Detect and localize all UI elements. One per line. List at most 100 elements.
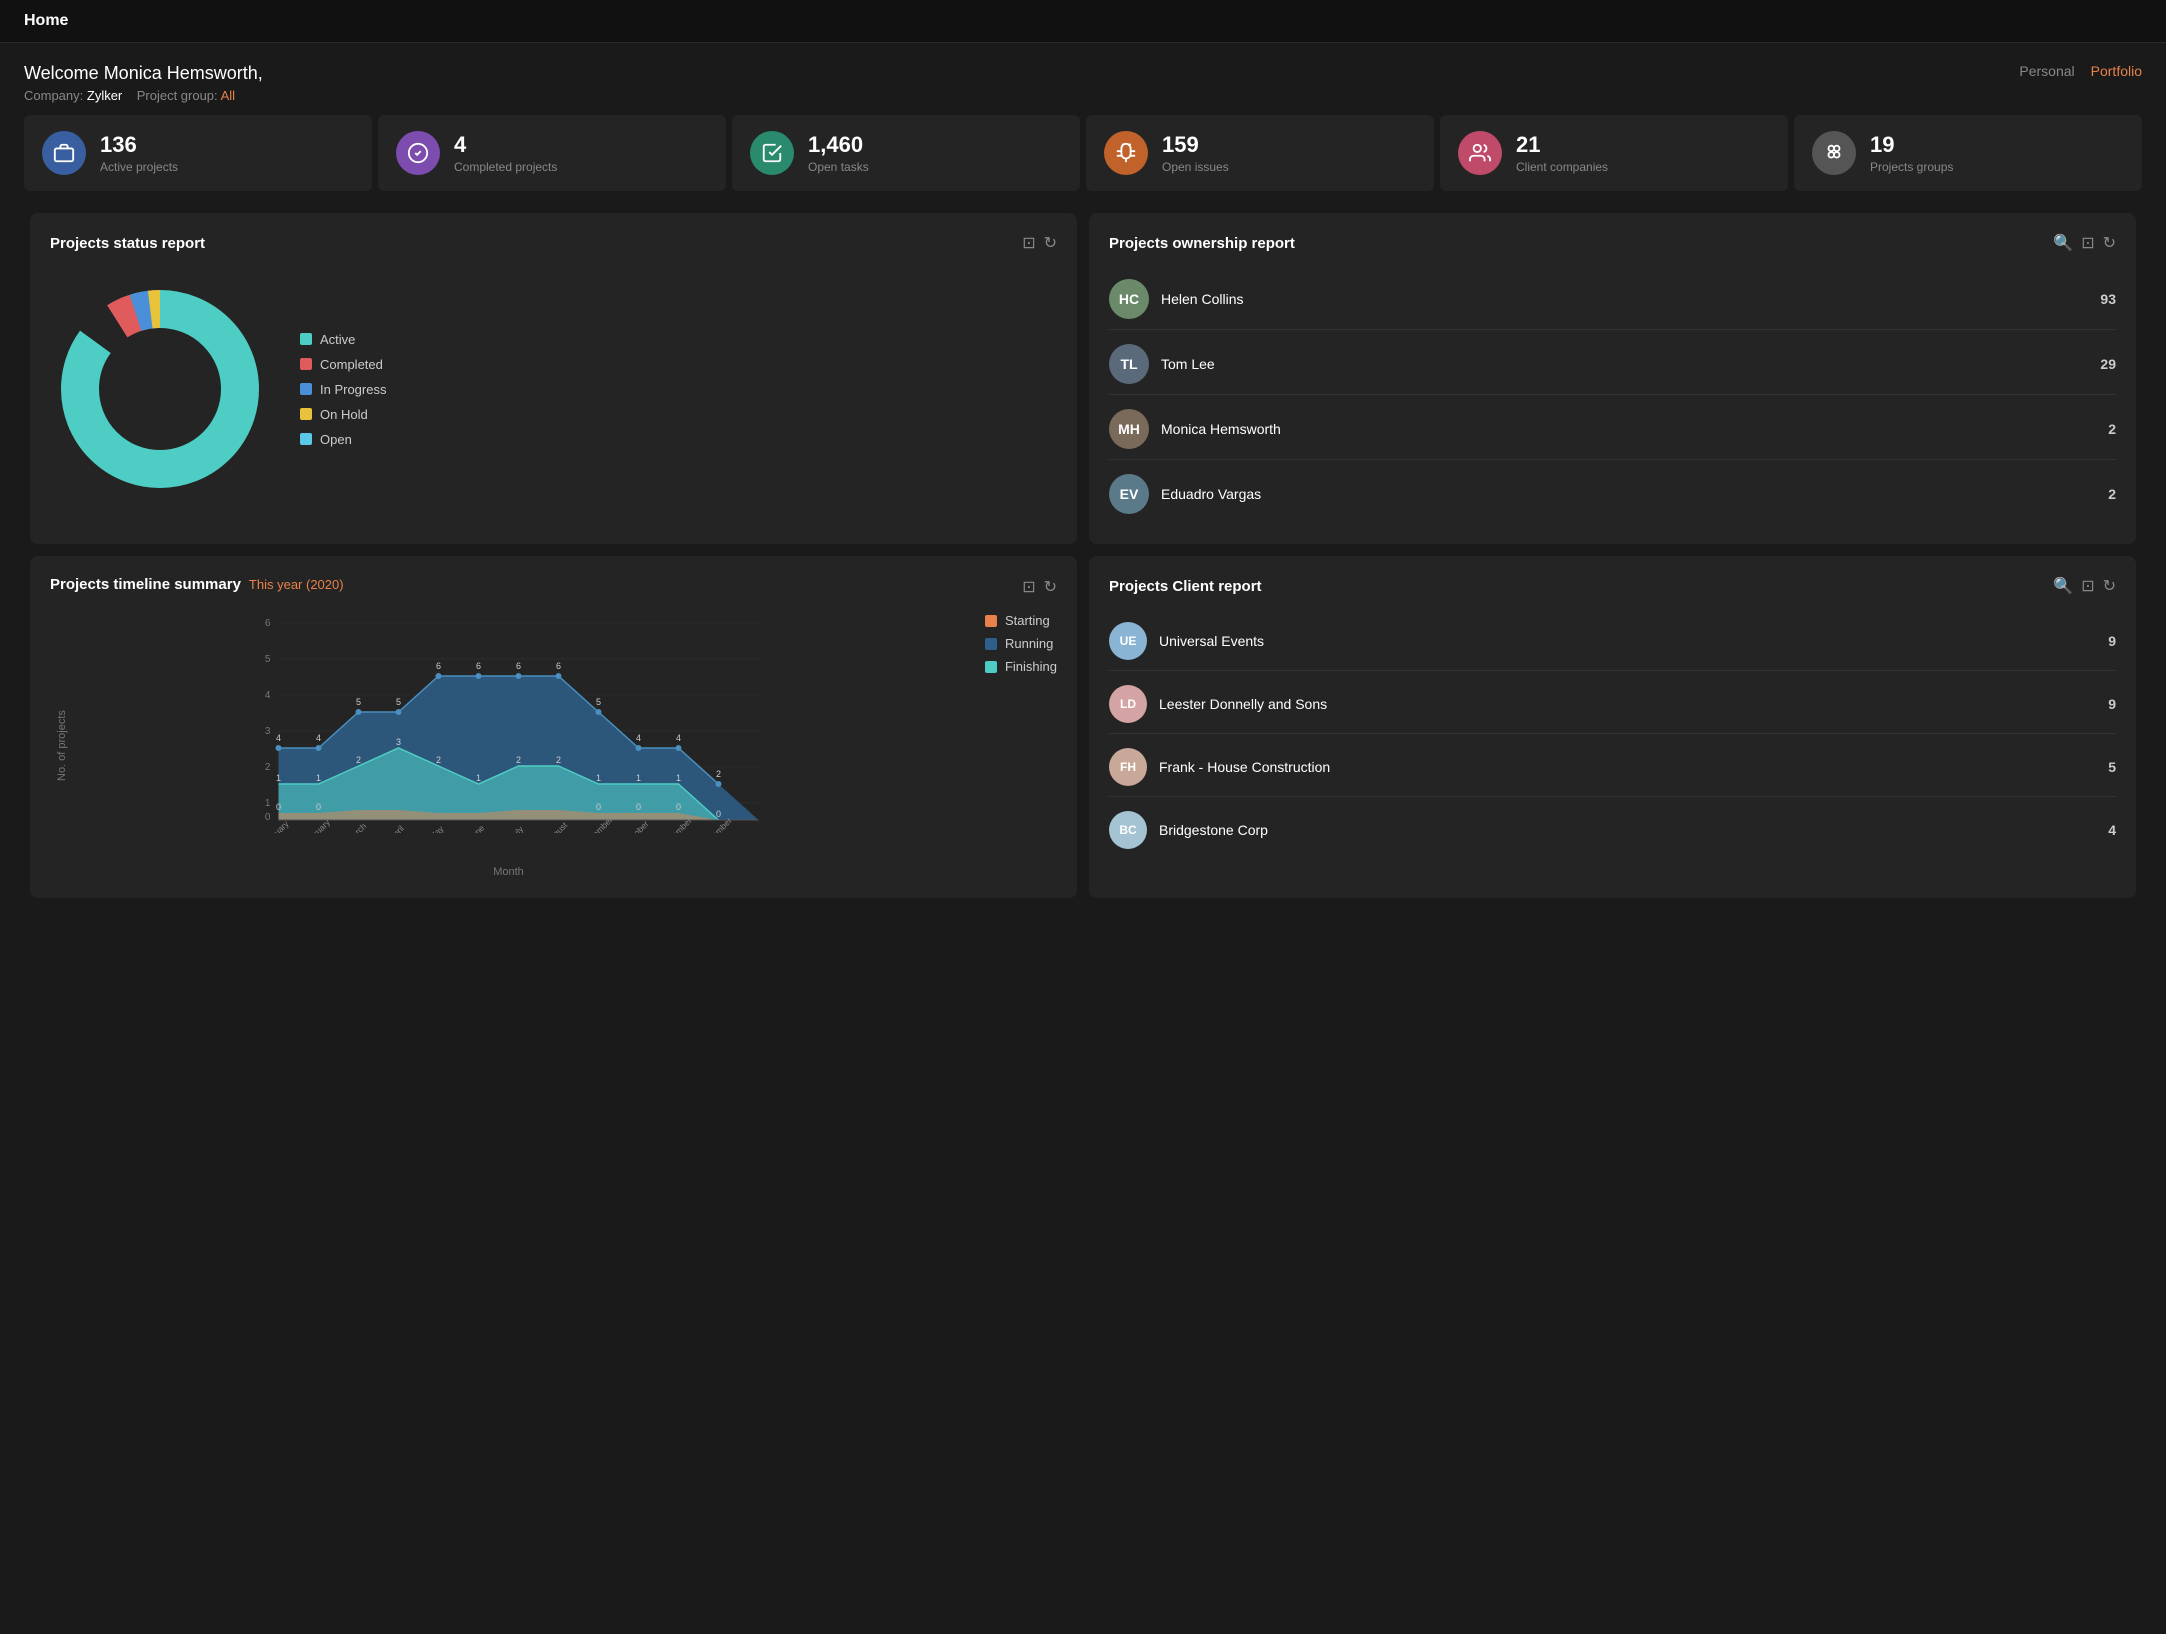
client-avatar: UE xyxy=(1109,622,1147,660)
status-report-actions: ⊡ ↻ xyxy=(1022,233,1057,253)
client-count: 9 xyxy=(2108,696,2116,712)
legend-item: Open xyxy=(300,432,386,447)
svg-text:1: 1 xyxy=(316,773,321,783)
top-bar: Home xyxy=(0,0,2166,43)
ownership-item[interactable]: EV Eduadro Vargas 2 xyxy=(1109,464,2116,524)
status-report-panel: Projects status report ⊡ ↻ xyxy=(30,213,1077,544)
timeline-legend-item: Starting xyxy=(985,613,1057,628)
client-count: 5 xyxy=(2108,759,2116,775)
ownership-item[interactable]: TL Tom Lee 29 xyxy=(1109,334,2116,395)
stat-card-active-projects[interactable]: 136 Active projects xyxy=(24,115,372,191)
client-report-panel: Projects Client report 🔍 ⊡ ↻ UE Universa… xyxy=(1089,556,2136,898)
stat-card-open-issues[interactable]: 159 Open issues xyxy=(1086,115,1434,191)
export-icon[interactable]: ⊡ xyxy=(2081,576,2094,596)
stat-card-projects-groups[interactable]: 19 Projects groups xyxy=(1794,115,2142,191)
donut-chart xyxy=(50,279,270,499)
client-count: 4 xyxy=(2108,822,2116,838)
svg-text:6: 6 xyxy=(436,661,441,671)
ownership-left: EV Eduadro Vargas xyxy=(1109,474,1261,514)
timeline-year[interactable]: This year (2020) xyxy=(249,577,344,592)
client-left: FH Frank - House Construction xyxy=(1109,748,1330,786)
svg-text:0: 0 xyxy=(716,809,721,819)
svg-text:0: 0 xyxy=(265,812,271,823)
svg-text:1: 1 xyxy=(276,773,281,783)
view-personal[interactable]: Personal xyxy=(2019,63,2074,79)
svg-text:2: 2 xyxy=(356,755,361,765)
client-list: UE Universal Events 9 LD Leester Donnell… xyxy=(1109,612,2116,859)
ownership-report-header: Projects ownership report 🔍 ⊡ ↻ xyxy=(1109,233,2116,253)
svg-text:2: 2 xyxy=(436,755,441,765)
legend-item: Active xyxy=(300,332,386,347)
stat-card-client-companies[interactable]: 21 Client companies xyxy=(1440,115,1788,191)
search-icon[interactable]: 🔍 xyxy=(2053,233,2073,253)
legend-item: Completed xyxy=(300,357,386,372)
client-name: Frank - House Construction xyxy=(1159,759,1330,775)
legend-dot xyxy=(300,383,312,395)
svg-text:2: 2 xyxy=(716,769,721,779)
refresh-icon[interactable]: ↻ xyxy=(2103,233,2116,253)
ownership-left: HC Helen Collins xyxy=(1109,279,1243,319)
timeline-legend-item: Finishing xyxy=(985,659,1057,674)
client-item[interactable]: BC Bridgestone Corp 4 xyxy=(1109,801,2116,859)
refresh-icon[interactable]: ↻ xyxy=(1044,233,1057,253)
status-legend: Active Completed In Progress On Hold Ope… xyxy=(300,332,386,447)
client-avatar: BC xyxy=(1109,811,1147,849)
svg-text:5: 5 xyxy=(596,697,601,707)
legend-item: In Progress xyxy=(300,382,386,397)
ownership-item[interactable]: HC Helen Collins 93 xyxy=(1109,269,2116,330)
client-name: Universal Events xyxy=(1159,633,1264,649)
legend-label: Open xyxy=(320,432,352,447)
svg-text:0: 0 xyxy=(596,802,601,812)
stat-label-client-companies: Client companies xyxy=(1516,160,1608,174)
legend-label: Completed xyxy=(320,357,383,372)
check-circle-icon xyxy=(396,131,440,175)
legend-item: On Hold xyxy=(300,407,386,422)
ownership-item[interactable]: MH Monica Hemsworth 2 xyxy=(1109,399,2116,460)
stat-label-open-issues: Open issues xyxy=(1162,160,1229,174)
view-portfolio[interactable]: Portfolio xyxy=(2091,63,2142,79)
main-content: Projects status report ⊡ ↻ xyxy=(0,207,2166,904)
client-report-header: Projects Client report 🔍 ⊡ ↻ xyxy=(1109,576,2116,596)
task-icon xyxy=(750,131,794,175)
svg-text:2: 2 xyxy=(265,762,271,773)
avatar: EV xyxy=(1109,474,1149,514)
export-icon[interactable]: ⊡ xyxy=(2081,233,2094,253)
stat-label-open-tasks: Open tasks xyxy=(808,160,869,174)
timeline-content: No. of projects 6 5 xyxy=(50,613,1057,878)
ownership-left: TL Tom Lee xyxy=(1109,344,1215,384)
stat-card-completed-projects[interactable]: 4 Completed projects xyxy=(378,115,726,191)
client-left: UE Universal Events xyxy=(1109,622,1264,660)
client-item[interactable]: FH Frank - House Construction 5 xyxy=(1109,738,2116,797)
legend-label: Active xyxy=(320,332,355,347)
owner-count: 2 xyxy=(2108,486,2116,502)
svg-text:1: 1 xyxy=(265,798,271,809)
timeline-panel: Projects timeline summary This year (202… xyxy=(30,556,1077,898)
stat-label-projects-groups: Projects groups xyxy=(1870,160,1953,174)
grid-icon xyxy=(1812,131,1856,175)
bug-icon xyxy=(1104,131,1148,175)
client-report-title: Projects Client report xyxy=(1109,578,1262,595)
client-avatar: LD xyxy=(1109,685,1147,723)
welcome-text: Welcome Monica Hemsworth, xyxy=(24,63,263,84)
refresh-icon[interactable]: ↻ xyxy=(1044,577,1057,597)
users-icon xyxy=(1458,131,1502,175)
svg-text:5: 5 xyxy=(396,697,401,707)
export-icon[interactable]: ⊡ xyxy=(1022,577,1035,597)
timeline-legend-item: Running xyxy=(985,636,1057,651)
timeline-chart-area: No. of projects 6 5 xyxy=(50,613,949,878)
stat-card-open-tasks[interactable]: 1,460 Open tasks xyxy=(732,115,1080,191)
legend-label: In Progress xyxy=(320,382,386,397)
owner-count: 93 xyxy=(2100,291,2116,307)
client-left: LD Leester Donnelly and Sons xyxy=(1109,685,1327,723)
stat-number-client-companies: 21 xyxy=(1516,132,1608,158)
client-item[interactable]: LD Leester Donnelly and Sons 9 xyxy=(1109,675,2116,734)
client-item[interactable]: UE Universal Events 9 xyxy=(1109,612,2116,671)
client-report-actions: 🔍 ⊡ ↻ xyxy=(2053,576,2116,596)
refresh-icon[interactable]: ↻ xyxy=(2103,576,2116,596)
search-icon[interactable]: 🔍 xyxy=(2053,576,2073,596)
legend-dot xyxy=(300,333,312,345)
x-axis-label: Month xyxy=(68,866,949,878)
export-icon[interactable]: ⊡ xyxy=(1022,233,1035,253)
client-avatar: FH xyxy=(1109,748,1147,786)
project-group-value[interactable]: All xyxy=(221,88,235,103)
